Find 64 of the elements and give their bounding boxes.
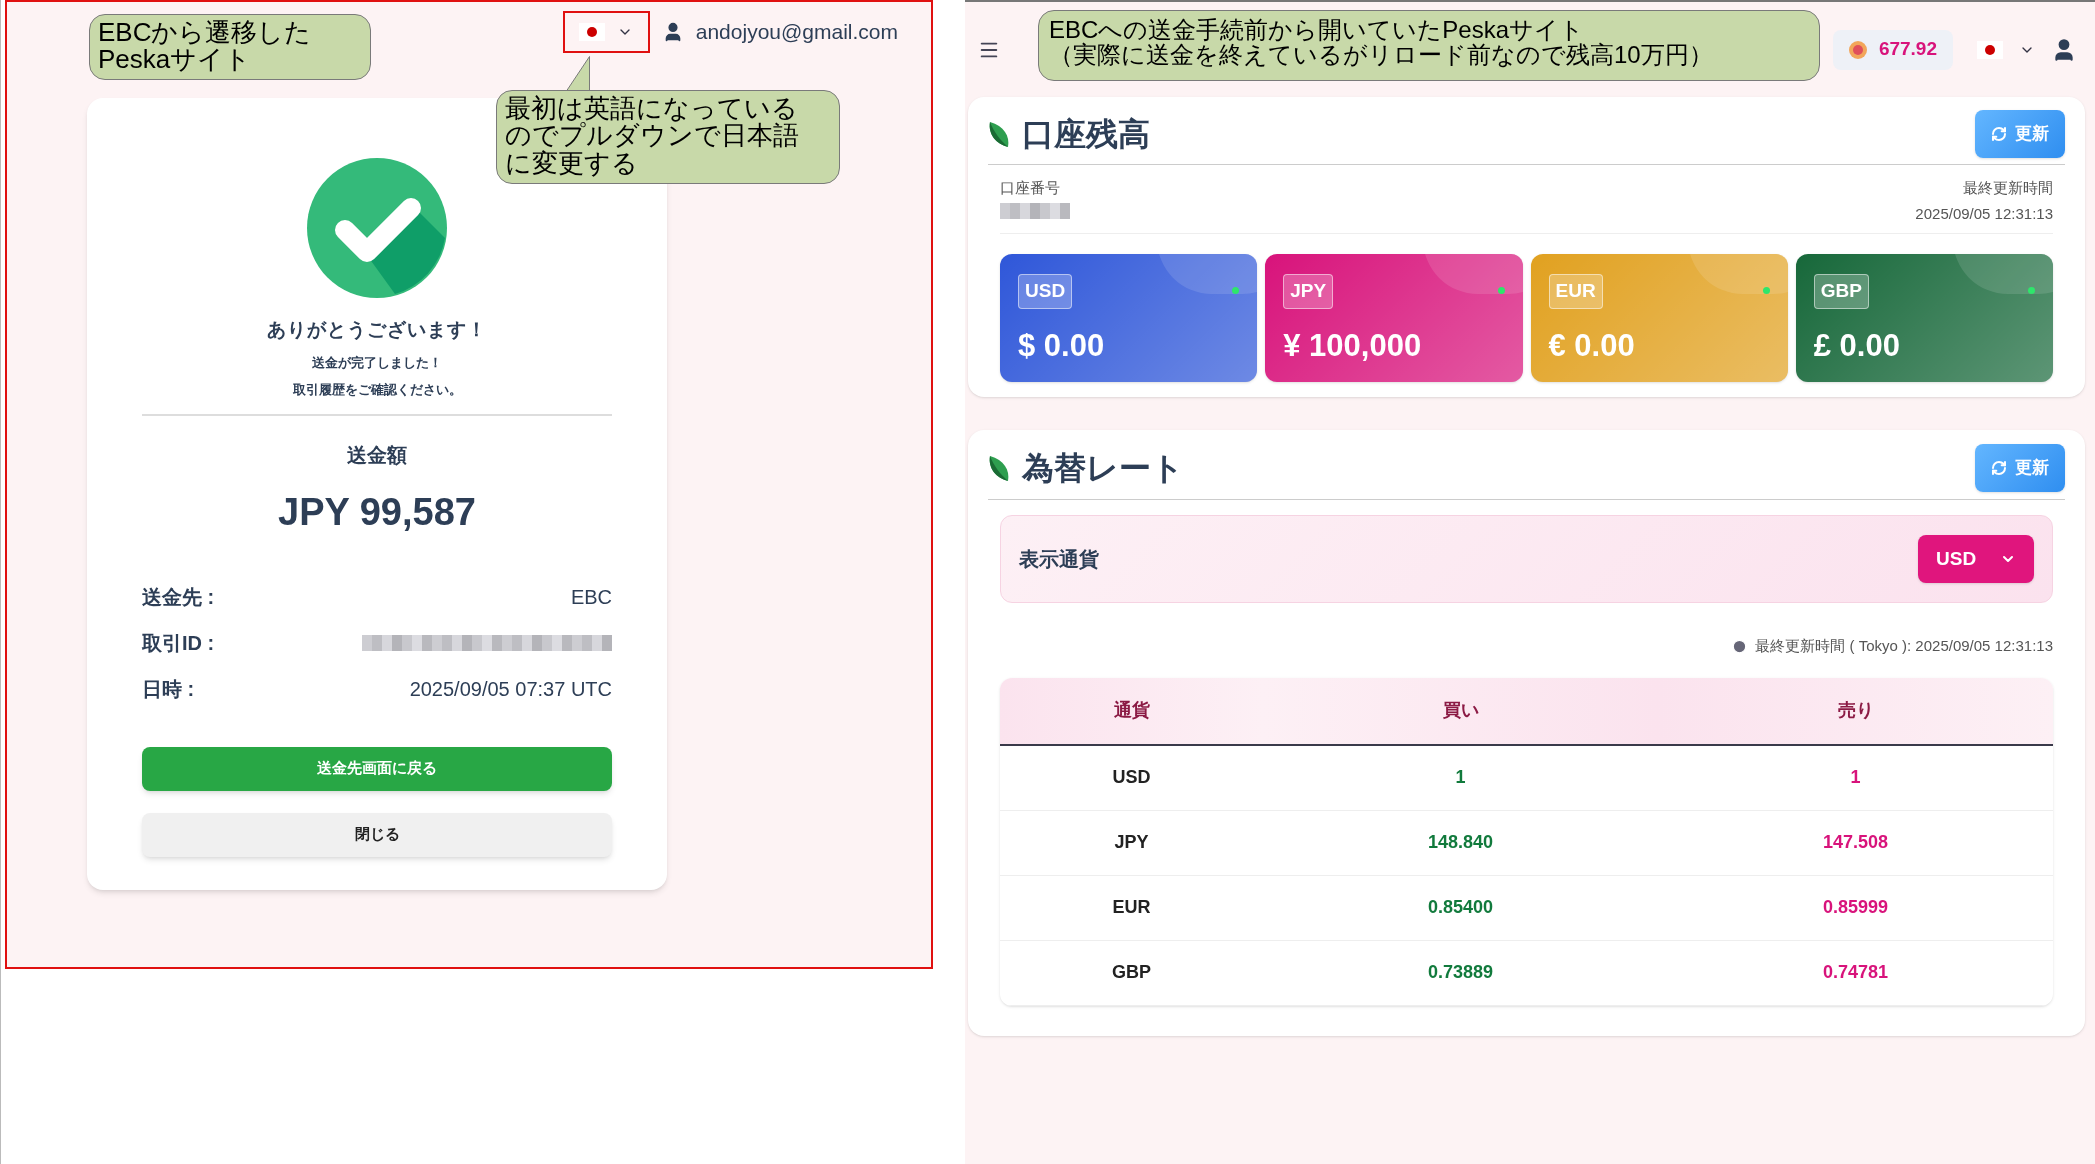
user-email[interactable]: andojyou@gmail.com (695, 16, 898, 48)
pixelated-redaction (1000, 202, 1070, 219)
currency-tile[interactable]: JPY ¥ 100,000 (1265, 254, 1523, 382)
balance-amount: ¥ 100,000 (1283, 326, 1422, 365)
annotation-callout: 最初は英語になっている のでプルダウンで日本語 に変更する (496, 90, 840, 184)
card-title: 為替レート (1022, 448, 1184, 488)
table-cell-text: USD (1111, 766, 1152, 789)
return-button[interactable]: 送金先画面に戻る (142, 746, 612, 791)
currency-select[interactable]: USD (1918, 535, 2034, 583)
points-value: 677.92 (1878, 37, 1937, 62)
currency-badge: GBP (1813, 274, 1869, 309)
column-header: 売り (1658, 677, 2053, 744)
column-header: 通貨 (1000, 677, 1263, 744)
balance-amount: € 0.00 (1548, 326, 1635, 365)
display-currency-label: 表示通貨 (1019, 547, 1099, 572)
currency-badge: JPY (1283, 274, 1334, 309)
message-text: 送金が完了しました！ (312, 353, 442, 372)
table-cell-text: EUR (1111, 896, 1152, 919)
annotation-callout: EBCへの送金手続前から開いていたPeskaサイト （実際に送金を終えているがリロード前なので残高10万円） (1038, 10, 1820, 81)
amount-value: JPY 99,587 (278, 489, 476, 535)
last-updated-label: 最終更新時間 (1963, 178, 2053, 198)
check-circle-icon (307, 158, 447, 298)
refresh-button[interactable]: 更新 (1975, 443, 2065, 492)
detail-value: 2025/09/05 07:37 UTC (409, 676, 612, 702)
table-cell-text: 1 (1454, 766, 1467, 789)
refresh-button[interactable]: 更新 (1975, 109, 2065, 158)
card-title: 口座残高 (1022, 114, 1150, 154)
rates-updated-note: 最終更新時間 ( Tokyo ): 2025/09/05 12:31:13 (1755, 636, 2053, 656)
table-cell-text: 0.85400 (1426, 896, 1495, 919)
column-header: 買い (1263, 677, 1658, 744)
table-cell-text: GBP (1111, 961, 1152, 984)
detail-label: 取引ID : (142, 630, 215, 656)
table-cell-text: JPY (1113, 831, 1150, 854)
refresh-icon (1991, 125, 2007, 142)
japan-flag-icon (1977, 40, 2003, 59)
refresh-icon (1991, 459, 2007, 476)
currency-badge: USD (1018, 274, 1073, 309)
detail-label: 送金先 : (142, 584, 215, 610)
thank-you-title: ありがとうございます！ (267, 318, 487, 342)
leaf-icon (988, 453, 1010, 482)
annotation-callout: EBCから遷移した Peskaサイト (89, 14, 371, 80)
leaf-icon (988, 119, 1010, 148)
detail-label: 日時 : (142, 676, 195, 702)
message-text: 取引履歴をご確認ください。 (292, 381, 462, 399)
balance-amount: $ 0.00 (1018, 326, 1105, 365)
table-cell-text: 148.840 (1426, 831, 1495, 854)
language-dropdown[interactable] (562, 11, 650, 53)
currency-tile[interactable]: USD $ 0.00 (1000, 254, 1258, 382)
table-cell-text: 147.508 (1821, 831, 1890, 854)
points-badge[interactable]: 677.92 (1832, 29, 1953, 70)
table-cell-text: 0.85999 (1821, 896, 1890, 919)
currency-badge: EUR (1548, 274, 1603, 309)
last-updated-time: 2025/09/05 12:31:13 (1915, 203, 2053, 224)
detail-value: EBC (570, 584, 612, 610)
table-cell-text: 0.73889 (1426, 961, 1495, 984)
amount-label: 送金額 (347, 442, 407, 468)
close-button[interactable]: 閉じる (142, 812, 612, 857)
balance-amount: £ 0.00 (1813, 326, 1900, 365)
table-cell-text: 0.74781 (1821, 961, 1890, 984)
coin-icon (1848, 40, 1867, 59)
table-cell-text: 1 (1849, 766, 1862, 789)
account-number-label: 口座番号 (1000, 178, 1061, 198)
currency-tile[interactable]: GBP £ 0.00 (1795, 254, 2053, 382)
japan-flag-icon (579, 23, 606, 41)
